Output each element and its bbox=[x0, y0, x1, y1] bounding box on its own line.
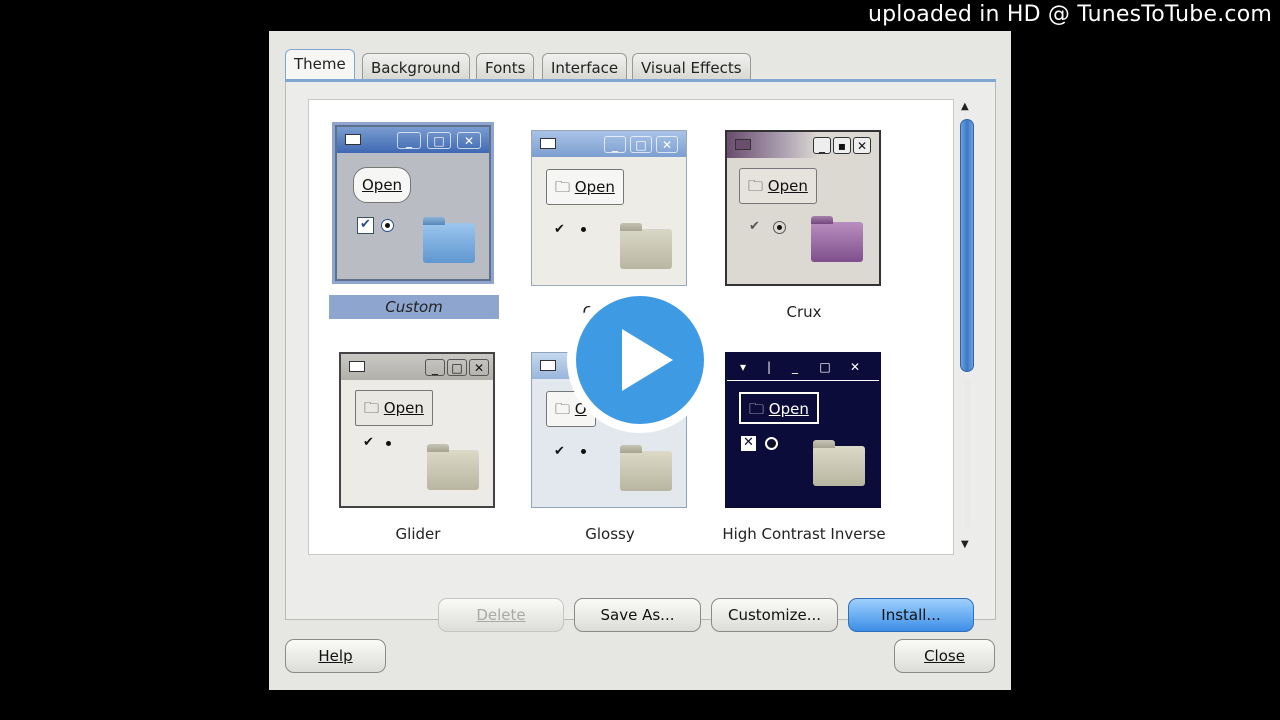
customize-button[interactable]: Customize... bbox=[711, 598, 838, 632]
close-label: Close bbox=[924, 647, 965, 665]
checkbox-icon: ✔ bbox=[749, 219, 760, 234]
theme-name: Glider bbox=[395, 525, 441, 543]
close-button[interactable]: Close bbox=[894, 639, 995, 673]
minimize-icon: _ bbox=[813, 137, 831, 154]
preview-open-label: Open bbox=[383, 399, 424, 417]
checkbox-icon: ✔ bbox=[363, 435, 374, 450]
window-icon bbox=[540, 138, 556, 149]
play-triangle bbox=[622, 329, 673, 391]
theme-item-crux[interactable]: _ ▪ ✕ 🗀 Open ✔ Crux bbox=[719, 130, 889, 326]
checkbox-icon: ✔ bbox=[357, 217, 374, 234]
maximize-icon: □ bbox=[427, 132, 451, 149]
theme-name: Crux bbox=[786, 303, 822, 321]
scroll-up-icon[interactable]: ▲ bbox=[961, 101, 969, 112]
preview-titlebar: _ □ ✕ bbox=[532, 131, 686, 157]
window-icon bbox=[540, 360, 556, 371]
tab-visual-effects[interactable]: Visual Effects bbox=[632, 53, 751, 79]
watermark-text: uploaded in HD @ TunesToTube.com bbox=[867, 2, 1272, 27]
preview-open-button: Open bbox=[353, 167, 412, 203]
preview-titlebar: _ □ ✕ bbox=[337, 127, 489, 153]
theme-item-glider[interactable]: _ □ ✕ 🗀 Open ✔ Glider bbox=[333, 352, 503, 548]
scrollbar-track[interactable] bbox=[964, 379, 970, 529]
preview-open-label: Open bbox=[362, 176, 403, 194]
preview-open-button: 🗀 Open bbox=[355, 390, 433, 426]
window-icon bbox=[349, 361, 365, 372]
theme-preview-custom: _ □ ✕ Open ✔ bbox=[332, 122, 494, 284]
minimize-icon: _ bbox=[792, 360, 798, 374]
theme-preview-high-contrast-inverse: ▾ | _ □ ✕ 🗀 Open ✕ bbox=[725, 352, 881, 508]
close-icon: ✕ bbox=[853, 137, 871, 154]
radio-icon bbox=[578, 446, 591, 459]
radio-icon bbox=[381, 219, 394, 232]
preview-open-button: 🗀 Open bbox=[546, 169, 624, 205]
preview-open-label: Open bbox=[574, 178, 615, 196]
preview-open-label: Open bbox=[768, 400, 809, 418]
pin-icon: | bbox=[766, 360, 772, 374]
help-button[interactable]: Help bbox=[285, 639, 386, 673]
maximize-icon: □ bbox=[630, 136, 652, 153]
minimize-icon: _ bbox=[425, 359, 445, 376]
minimize-icon: _ bbox=[397, 132, 421, 149]
checkbox-icon: ✕ bbox=[741, 436, 756, 451]
window-icon bbox=[345, 134, 361, 145]
delete-button[interactable]: Delete bbox=[438, 598, 564, 632]
menu-arrow-icon: ▾ bbox=[739, 360, 747, 374]
theme-preview-glider: _ □ ✕ 🗀 Open ✔ bbox=[339, 352, 495, 508]
preview-titlebar: _ ▪ ✕ bbox=[727, 132, 879, 158]
tab-fonts[interactable]: Fonts bbox=[476, 53, 535, 79]
radio-icon bbox=[383, 438, 396, 451]
theme-item-custom[interactable]: _ □ ✕ Open ✔ Custom bbox=[329, 122, 499, 321]
play-icon bbox=[622, 329, 673, 391]
folder-icon bbox=[620, 229, 672, 269]
folder-icon bbox=[620, 451, 672, 491]
close-icon: ✕ bbox=[469, 359, 489, 376]
theme-list-scrollbar[interactable]: ▲ ▼ bbox=[958, 99, 976, 555]
tab-background[interactable]: Background bbox=[362, 53, 470, 79]
maximize-icon: □ bbox=[819, 360, 831, 374]
save-as-button[interactable]: Save As... bbox=[574, 598, 701, 632]
window-icon bbox=[735, 139, 751, 150]
radio-icon bbox=[765, 437, 778, 450]
theme-name: Custom bbox=[329, 295, 499, 319]
minimize-icon: _ bbox=[604, 136, 626, 153]
theme-item-high-contrast-inverse[interactable]: ▾ | _ □ ✕ 🗀 Open ✕ High Contrast Inverse bbox=[719, 352, 889, 548]
close-icon: ✕ bbox=[849, 360, 861, 374]
preview-open-button: 🗀 Open bbox=[739, 168, 817, 204]
maximize-icon: ▪ bbox=[833, 137, 851, 154]
close-icon: ✕ bbox=[656, 136, 678, 153]
preview-open-button: 🗀 Open bbox=[739, 392, 819, 424]
scrollbar-thumb[interactable] bbox=[960, 119, 974, 372]
folder-icon bbox=[811, 222, 863, 262]
theme-name: High Contrast Inverse bbox=[722, 525, 886, 543]
scroll-down-icon[interactable]: ▼ bbox=[961, 539, 969, 550]
play-button[interactable] bbox=[567, 287, 713, 433]
close-icon: ✕ bbox=[457, 132, 481, 149]
checkbox-icon: ✔ bbox=[554, 222, 565, 237]
delete-label: Delete bbox=[476, 606, 526, 624]
theme-name: Glossy bbox=[585, 525, 635, 543]
tab-interface[interactable]: Interface bbox=[542, 53, 628, 79]
checkbox-icon: ✔ bbox=[554, 444, 565, 459]
radio-icon bbox=[578, 224, 591, 237]
install-button[interactable]: Install... bbox=[848, 598, 974, 632]
folder-icon bbox=[813, 446, 865, 486]
tab-theme[interactable]: Theme bbox=[285, 49, 355, 79]
folder-icon bbox=[423, 223, 475, 263]
folder-icon bbox=[427, 450, 479, 490]
preview-open-label: Open bbox=[767, 177, 808, 195]
maximize-icon: □ bbox=[447, 359, 467, 376]
preview-titlebar: ▾ | _ □ ✕ bbox=[727, 354, 879, 381]
theme-preview-crux: _ ▪ ✕ 🗀 Open ✔ bbox=[725, 130, 881, 286]
help-label: Help bbox=[318, 647, 353, 665]
preview-titlebar: _ □ ✕ bbox=[341, 354, 493, 380]
theme-preview-clearlooks: _ □ ✕ 🗀 Open ✔ bbox=[531, 130, 687, 286]
radio-icon bbox=[773, 221, 786, 234]
